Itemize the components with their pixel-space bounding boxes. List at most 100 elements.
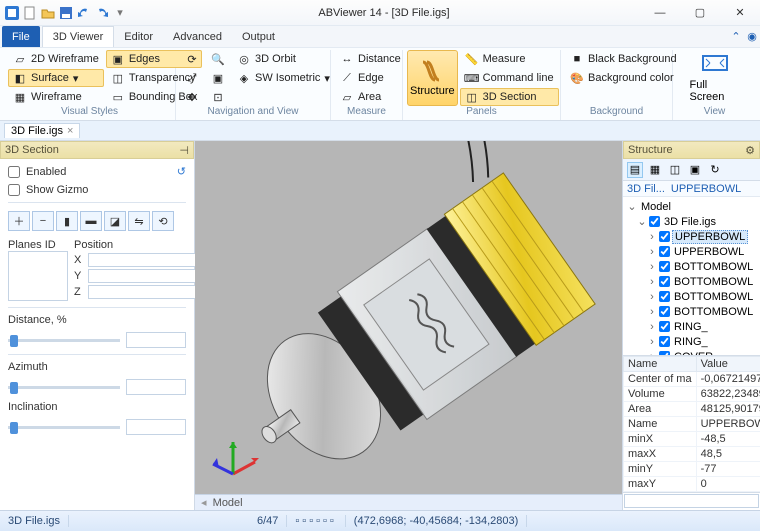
qat-dropdown-icon[interactable]: ▾	[112, 5, 128, 21]
btn-3d-section[interactable]: ◫3D Section	[460, 88, 559, 106]
tree-row[interactable]: ›BOTTOMBOWL	[625, 304, 758, 319]
btn-distance[interactable]: ↔Distance	[335, 50, 406, 68]
view-list-icon[interactable]: ▦	[647, 162, 663, 178]
tree-row[interactable]: ›RING_	[625, 334, 758, 349]
chk-enabled[interactable]: Enabled↺	[8, 165, 186, 178]
help-icon[interactable]: ◉	[744, 26, 760, 47]
tree-row[interactable]: ›UPPERBOWL	[625, 229, 758, 244]
crumb-item[interactable]: UPPERBOWL	[671, 183, 741, 195]
btn-3d-wireframe[interactable]: ▦Wireframe	[8, 88, 104, 106]
group-background: Background	[565, 106, 668, 120]
structure-panel: Structure⚙ ▤ ▦ ◫ ▣ ↻ 3D Fil...UPPERBOWL …	[622, 141, 760, 510]
btn-nav-2[interactable]: ⤢	[180, 69, 204, 87]
minimize-button[interactable]: —	[640, 0, 680, 26]
orbit-icon: ◎	[237, 52, 251, 66]
prop-name: Area	[624, 402, 697, 417]
prop-name: maxY	[624, 477, 697, 492]
prop-value: -48,5	[696, 432, 760, 447]
prop-value: 48125,90179...	[696, 402, 760, 417]
tree-row[interactable]: ›BOTTOMBOWL	[625, 289, 758, 304]
plane-reset-icon[interactable]: ⟲	[152, 211, 174, 231]
status-coords: (472,6968; -40,45684; -134,2803)	[346, 515, 528, 527]
save-icon[interactable]	[58, 5, 74, 21]
btn-nav-3[interactable]: ✥	[180, 88, 204, 106]
viewport-3d[interactable]: ◂ Model	[195, 141, 622, 510]
slider-inclination[interactable]	[8, 419, 186, 435]
redo-icon[interactable]	[94, 5, 110, 21]
btn-structure-big[interactable]: Structure	[407, 50, 458, 106]
structure-header: Structure	[628, 144, 673, 156]
btn-edge[interactable]: ⟋Edge	[335, 69, 406, 87]
btn-3d-orbit[interactable]: ◎3D Orbit	[232, 50, 335, 68]
distance-icon: ↔	[340, 52, 354, 66]
fullscreen-icon	[701, 53, 729, 77]
tree-row[interactable]: ›RING_	[625, 319, 758, 334]
structure-search-input[interactable]	[624, 494, 759, 508]
input-distance[interactable]	[126, 332, 186, 348]
tree-row[interactable]: ›COVER_	[625, 349, 758, 355]
prop-name: Volume	[624, 387, 697, 402]
btn-panel-measure[interactable]: 📏Measure	[460, 50, 559, 68]
undo-icon[interactable]	[76, 5, 92, 21]
new-icon[interactable]	[22, 5, 38, 21]
plane-y-icon[interactable]: ▬	[80, 211, 102, 231]
viewport-tab-model[interactable]: Model	[213, 497, 243, 509]
btn-nav-4[interactable]: 🔍	[206, 50, 230, 68]
document-tab[interactable]: 3D File.igs×	[4, 123, 80, 138]
input-azimuth[interactable]	[126, 379, 186, 395]
prop-value: 63822,23489...	[696, 387, 760, 402]
refresh-icon[interactable]: ↺	[177, 165, 186, 178]
btn-background-color[interactable]: 🎨Background color	[565, 69, 682, 87]
iso-icon: ◈	[237, 71, 251, 85]
crumb-file[interactable]: 3D Fil...	[627, 183, 665, 195]
axis-gizmo	[203, 424, 263, 484]
view-assembly-icon[interactable]: ◫	[667, 162, 683, 178]
tab-file[interactable]: File	[2, 26, 40, 47]
btn-surface[interactable]: ◧Surface ▾	[8, 69, 104, 87]
plane-flip-icon[interactable]: ⇋	[128, 211, 150, 231]
plane-add-icon[interactable]: ＋	[8, 211, 30, 231]
tab-output[interactable]: Output	[232, 26, 285, 47]
planes-list[interactable]	[8, 251, 68, 301]
slider-distance[interactable]	[8, 332, 186, 348]
tree-row[interactable]: ›UPPERBOWL	[625, 244, 758, 259]
tree-row[interactable]: ⌄3D File.igs	[625, 214, 758, 229]
btn-full-screen[interactable]: Full Screen	[687, 50, 743, 106]
chk-show-gizmo[interactable]: Show Gizmo	[8, 184, 186, 196]
tree-row[interactable]: ⌄Model	[625, 199, 758, 214]
plane-del-icon[interactable]: −	[32, 211, 54, 231]
close-button[interactable]: ✕	[720, 0, 760, 26]
view-collapse-icon[interactable]: ▣	[687, 162, 703, 178]
tree-row[interactable]: ›BOTTOMBOWL	[625, 274, 758, 289]
prop-value: 48,5	[696, 447, 760, 462]
slider-azimuth[interactable]	[8, 379, 186, 395]
label-inclination: Inclination	[8, 401, 186, 413]
btn-sw-isometric[interactable]: ◈SW Isometric ▾	[232, 69, 335, 87]
btn-nav-1[interactable]: ⟳	[180, 50, 204, 68]
tree-row[interactable]: ›BOTTOMBOWL	[625, 259, 758, 274]
plane-x-icon[interactable]: ▮	[56, 211, 78, 231]
open-icon[interactable]	[40, 5, 56, 21]
plane-z-icon[interactable]: ◪	[104, 211, 126, 231]
maximize-button[interactable]: ▢	[680, 0, 720, 26]
btn-area[interactable]: ▱Area	[335, 88, 406, 106]
bg-color-icon: 🎨	[570, 71, 584, 85]
collapse-ribbon-icon[interactable]: ⌃	[728, 26, 744, 47]
input-inclination[interactable]	[126, 419, 186, 435]
btn-2d-wireframe[interactable]: ▱2D Wireframe	[8, 50, 104, 68]
pin-icon[interactable]: ⊣	[179, 144, 189, 157]
tab-editor[interactable]: Editor	[114, 26, 163, 47]
btn-nav-5[interactable]: ▣	[206, 69, 230, 87]
view-tree-icon[interactable]: ▤	[627, 162, 643, 178]
panel-gear-icon[interactable]: ⚙	[745, 144, 755, 157]
btn-nav-6[interactable]: ⊡	[206, 88, 230, 106]
tab-close-icon[interactable]: ×	[67, 125, 73, 137]
structure-tree[interactable]: ⌄Model⌄3D File.igs›UPPERBOWL›UPPERBOWL›B…	[623, 197, 760, 355]
tab-advanced[interactable]: Advanced	[163, 26, 232, 47]
structure-icon	[418, 59, 446, 83]
group-view: View	[677, 106, 752, 120]
tab-3d-viewer[interactable]: 3D Viewer	[42, 26, 115, 47]
view-refresh-icon[interactable]: ↻	[707, 162, 723, 178]
btn-command-line[interactable]: ⌨Command line	[460, 69, 559, 87]
btn-black-background[interactable]: ■Black Background	[565, 50, 682, 68]
